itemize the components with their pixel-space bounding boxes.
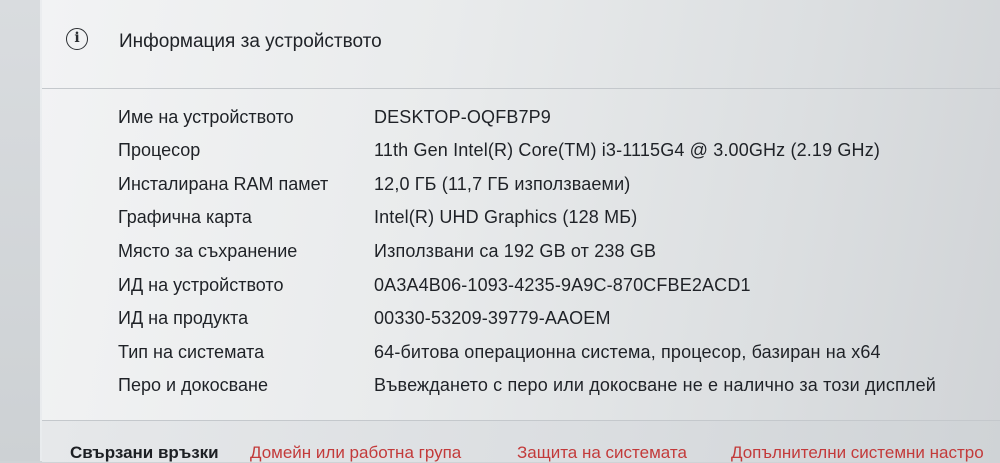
spec-row-graphics: Графична карта Intel(R) UHD Graphics (12…: [0, 207, 1000, 239]
info-icon: i: [66, 28, 88, 50]
spec-value: Intel(R) UHD Graphics (128 МБ): [374, 207, 638, 227]
spec-label: Тип на системата: [118, 342, 265, 362]
spec-row-product-id: ИД на продукта 00330-53209-39779-AAOEM: [0, 308, 1000, 340]
domain-workgroup-link[interactable]: Домейн или работна група: [250, 443, 461, 463]
spec-row-ram: Инсталирана RAM памет 12,0 ГБ (11,7 ГБ и…: [0, 174, 1000, 206]
related-links-heading: Свързани връзки: [70, 443, 219, 462]
spec-row-pen-touch: Перо и докосване Въвеждането с перо или …: [0, 375, 1000, 407]
spec-label: Перо и докосване: [118, 375, 268, 395]
system-protection-link[interactable]: Защита на системата: [517, 443, 687, 463]
spec-value: 00330-53209-39779-AAOEM: [374, 308, 611, 328]
spec-label: Място за съхранение: [118, 241, 298, 261]
spec-value: 64-битова операционна система, процесор,…: [374, 342, 881, 362]
spec-row-device-id: ИД на устройството 0A3A4B06-1093-4235-9A…: [0, 275, 1000, 307]
spec-value: 12,0 ГБ (11,7 ГБ използваеми): [374, 174, 631, 194]
spec-value: Въвеждането с перо или докосване не е на…: [374, 375, 936, 395]
spec-label: ИД на продукта: [118, 308, 249, 328]
spec-label: Графична карта: [118, 207, 252, 227]
spec-label: Процесор: [118, 140, 201, 160]
spec-row-processor: Процесор 11th Gen Intel(R) Core(TM) i3-1…: [0, 140, 1000, 172]
spec-row-storage: Място за съхранение Използвани са 192 GB…: [0, 241, 1000, 273]
spec-value: 0A3A4B06-1093-4235-9A9C-870CFBE2ACD1: [374, 275, 751, 295]
spec-label: ИД на устройството: [118, 275, 284, 295]
spec-value: DESKTOP-OQFB7P9: [374, 107, 551, 127]
spec-value: 11th Gen Intel(R) Core(TM) i3-1115G4 @ 3…: [374, 140, 880, 160]
spec-label: Име на устройството: [118, 107, 294, 127]
spec-label: Инсталирана RAM памет: [118, 174, 329, 194]
spec-row-device-name: Име на устройството DESKTOP-OQFB7P9: [0, 107, 1000, 139]
spec-value: Използвани са 192 GB от 238 GB: [374, 241, 657, 261]
section-title: Информация за устройството: [119, 31, 382, 52]
advanced-system-settings-link[interactable]: Допълнителни системни настро: [731, 443, 984, 463]
spec-row-system-type: Тип на системата 64-битова операционна с…: [0, 342, 1000, 374]
